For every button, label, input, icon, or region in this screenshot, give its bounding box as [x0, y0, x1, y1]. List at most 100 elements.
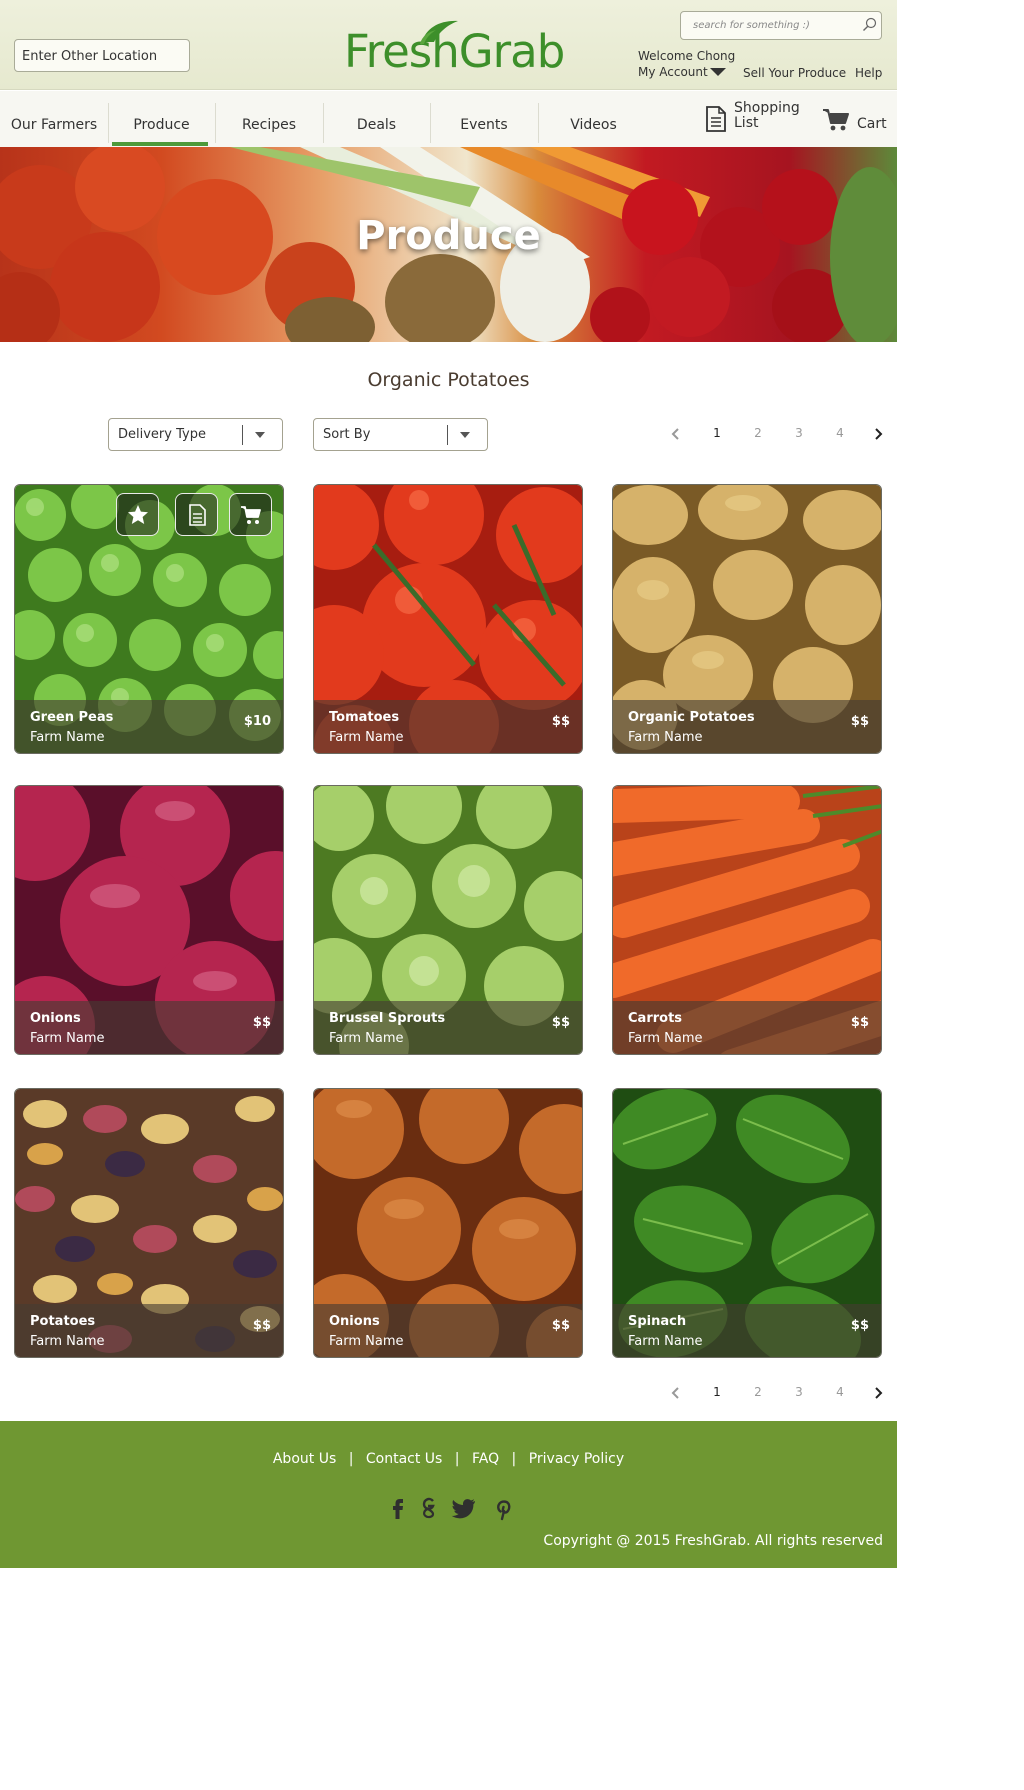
product-caption: Onions Farm Name $$ [314, 1304, 582, 1357]
product-card[interactable]: Potatoes Farm Name $$ [14, 1088, 284, 1358]
star-icon [128, 505, 148, 524]
farm-name[interactable]: Farm Name [628, 1031, 703, 1046]
nav-item-our-farmers[interactable]: Our Farmers [0, 91, 108, 147]
product-name: Organic Potatoes [628, 710, 755, 725]
chevron-left-icon[interactable] [670, 428, 682, 440]
chevron-left-icon[interactable] [670, 1387, 682, 1399]
product-price: $$ [252, 1015, 271, 1030]
google-plus-icon[interactable] [416, 1495, 442, 1521]
product-caption: Potatoes Farm Name $$ [15, 1304, 283, 1357]
product-card[interactable]: Organic Potatoes Farm Name $$ [612, 484, 882, 754]
nav-item-deals[interactable]: Deals [323, 91, 430, 147]
nav-active-indicator [112, 142, 208, 146]
cart-icon [241, 506, 261, 524]
farm-name[interactable]: Farm Name [30, 1031, 105, 1046]
product-name: Green Peas [30, 710, 114, 725]
favorite-button[interactable] [116, 493, 159, 536]
about-us-link[interactable]: About Us [273, 1451, 336, 1467]
product-name: Onions [30, 1011, 81, 1026]
page-link-4[interactable]: 4 [833, 426, 847, 440]
pagination-top: 1 2 3 4 [666, 426, 886, 446]
pinterest-icon[interactable] [490, 1495, 516, 1521]
page-link-3[interactable]: 3 [792, 1385, 806, 1399]
sell-produce-link[interactable]: Sell Your Produce [743, 66, 846, 80]
page-link-2[interactable]: 2 [751, 426, 765, 440]
cart-icon[interactable] [822, 108, 850, 132]
product-caption: Brussel Sprouts Farm Name $$ [314, 1001, 582, 1054]
my-account-link[interactable]: My Account [638, 65, 708, 79]
product-price: $$ [850, 1015, 869, 1030]
farm-name[interactable]: Farm Name [628, 1334, 703, 1349]
chevron-right-icon[interactable] [872, 1387, 884, 1399]
nav-item-produce[interactable]: Produce [108, 91, 215, 147]
section-title: Organic Potatoes [367, 369, 530, 391]
faq-link[interactable]: FAQ [472, 1451, 499, 1467]
product-card[interactable]: Spinach Farm Name $$ [612, 1088, 882, 1358]
footer-links: About Us | Contact Us | FAQ | Privacy Po… [0, 1451, 897, 1467]
pagination-bottom: 1 2 3 4 [666, 1385, 886, 1405]
shopping-list-link[interactable]: Shopping List [734, 101, 800, 131]
copyright-text: Copyright @ 2015 FreshGrab. All rights r… [543, 1533, 883, 1549]
farm-name[interactable]: Farm Name [628, 730, 703, 745]
document-icon[interactable] [705, 106, 727, 132]
welcome-text: Welcome Chong [638, 49, 736, 63]
privacy-policy-link[interactable]: Privacy Policy [529, 1451, 624, 1467]
product-card[interactable]: Brussel Sprouts Farm Name $$ [313, 785, 583, 1055]
delivery-type-select[interactable]: Delivery Type [108, 418, 283, 451]
product-caption: Onions Farm Name $$ [15, 1001, 283, 1054]
farm-name[interactable]: Farm Name [329, 730, 404, 745]
add-to-list-button[interactable] [175, 493, 218, 536]
product-name: Brussel Sprouts [329, 1011, 446, 1026]
search-icon[interactable] [862, 17, 877, 32]
header: Enter Other Location FreshGrab search fo… [0, 0, 897, 90]
page-link-1[interactable]: 1 [710, 1385, 724, 1399]
caret-down-icon[interactable] [460, 432, 470, 438]
product-price: $$ [551, 1318, 570, 1333]
product-name: Onions [329, 1314, 380, 1329]
product-caption: Spinach Farm Name $$ [613, 1304, 881, 1357]
leaf-icon [420, 20, 458, 44]
product-name: Carrots [628, 1011, 683, 1026]
product-caption: Carrots Farm Name $$ [613, 1001, 881, 1054]
product-caption: Tomatoes Farm Name $$ [314, 700, 582, 753]
product-card[interactable]: Onions Farm Name $$ [313, 1088, 583, 1358]
farm-name[interactable]: Farm Name [30, 730, 105, 745]
farm-name[interactable]: Farm Name [30, 1334, 105, 1349]
chevron-down-icon[interactable] [710, 68, 726, 76]
footer-separator: | [348, 1451, 354, 1467]
page-link-2[interactable]: 2 [751, 1385, 765, 1399]
product-card[interactable]: Onions Farm Name $$ [14, 785, 284, 1055]
page-link-4[interactable]: 4 [833, 1385, 847, 1399]
delivery-type-label: Delivery Type [118, 427, 206, 442]
twitter-icon[interactable] [451, 1495, 477, 1521]
shopping-list-label: List [734, 115, 759, 131]
page-link-3[interactable]: 3 [792, 426, 806, 440]
facebook-icon[interactable] [385, 1495, 411, 1521]
hero-title: Produce [356, 213, 541, 259]
product-name: Spinach [628, 1314, 687, 1329]
product-card[interactable]: Tomatoes Farm Name $$ [313, 484, 583, 754]
farm-name[interactable]: Farm Name [329, 1334, 404, 1349]
shopping-list-label: Shopping [734, 100, 800, 116]
farm-name[interactable]: Farm Name [329, 1031, 404, 1046]
location-input[interactable]: Enter Other Location [14, 39, 190, 72]
sort-by-select[interactable]: Sort By [313, 418, 488, 451]
page-link-1[interactable]: 1 [710, 426, 724, 440]
nav-item-events[interactable]: Events [430, 91, 538, 147]
add-to-cart-button[interactable] [229, 493, 272, 536]
nav-item-recipes[interactable]: Recipes [215, 91, 323, 147]
search-input[interactable]: search for something :) [680, 11, 882, 40]
document-icon [189, 504, 206, 526]
product-card[interactable]: Green Peas Farm Name $10 [14, 484, 284, 754]
cart-link[interactable]: Cart [857, 116, 887, 132]
product-card[interactable]: Carrots Farm Name $$ [612, 785, 882, 1055]
caret-down-icon[interactable] [255, 432, 265, 438]
product-price: $$ [850, 1318, 869, 1333]
nav-item-videos[interactable]: Videos [538, 91, 649, 147]
product-price: $$ [551, 1015, 570, 1030]
footer-separator: | [511, 1451, 517, 1467]
help-link[interactable]: Help [855, 66, 882, 80]
footer: About Us | Contact Us | FAQ | Privacy Po… [0, 1421, 897, 1568]
contact-us-link[interactable]: Contact Us [366, 1451, 442, 1467]
chevron-right-icon[interactable] [872, 428, 884, 440]
